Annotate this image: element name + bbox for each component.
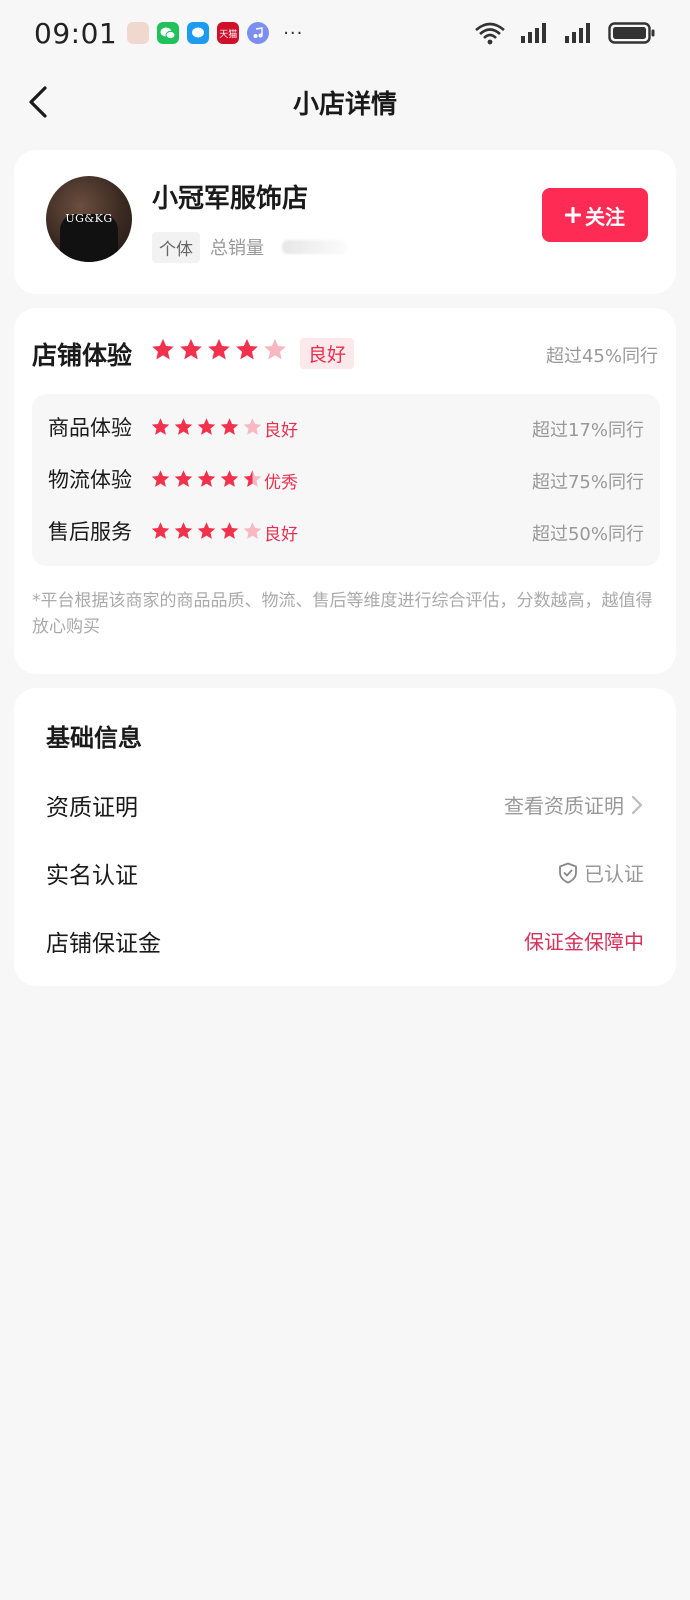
total-sales-label: 总销量 xyxy=(210,238,264,259)
system-icons xyxy=(474,21,656,45)
experience-row-product: 商品体验 良好 超过17%同行 xyxy=(32,400,660,454)
experience-row-grade: 良好 xyxy=(264,525,298,545)
qualification-value: 查看资质证明 xyxy=(504,794,624,818)
shop-experience-card: 店铺体验 良好 超过45%同行 商品体验 良好 超过17%同行 物流体验 优秀 … xyxy=(14,308,676,674)
message-icon xyxy=(187,22,210,44)
star-icon xyxy=(243,418,262,435)
star-icon xyxy=(174,470,193,487)
experience-grade-badge: 良好 xyxy=(300,338,355,369)
experience-row-stars xyxy=(150,520,263,541)
more-notifications-icon: ··· xyxy=(283,22,304,44)
star-icon xyxy=(208,338,230,360)
experience-row-aftersales: 售后服务 良好 超过50%同行 xyxy=(32,504,660,558)
star-icon xyxy=(151,470,170,487)
experience-row-label: 售后服务 xyxy=(48,520,132,544)
basic-info-card: 基础信息 资质证明 查看资质证明 实名认证 已认证 店铺保证金 保证金保障中 xyxy=(14,688,676,986)
shield-check-icon xyxy=(559,862,577,883)
deposit-label: 店铺保证金 xyxy=(46,931,161,957)
star-icon xyxy=(220,470,239,487)
real-name-status: 已认证 xyxy=(558,858,644,887)
status-time: 09:01 xyxy=(34,16,118,50)
experience-row-stars xyxy=(150,468,263,489)
experience-row-grade: 良好 xyxy=(264,421,298,441)
star-icon xyxy=(264,338,286,360)
star-icon xyxy=(197,418,216,435)
star-icon xyxy=(151,418,170,435)
music-icon xyxy=(247,22,270,44)
star-icon xyxy=(174,522,193,539)
experience-row-percent: 超过17%同行 xyxy=(531,420,644,441)
tianmao-icon: 天猫 xyxy=(217,22,240,44)
status-bar: 09:01 天猫 ··· xyxy=(0,0,690,66)
view-qualification-link[interactable]: 查看资质证明 xyxy=(504,790,644,819)
notification-icons: 天猫 ··· xyxy=(127,22,303,44)
experience-row-percent: 超过75%同行 xyxy=(531,472,644,493)
star-icon xyxy=(180,338,202,360)
chevron-right-icon xyxy=(631,795,643,814)
qualification-row[interactable]: 资质证明 查看资质证明 xyxy=(14,774,676,834)
star-icon xyxy=(152,338,174,360)
page-title: 小店详情 xyxy=(292,90,397,120)
experience-row-logistics: 物流体验 优秀 超过75%同行 xyxy=(32,452,660,506)
deposit-status[interactable]: 保证金保障中 xyxy=(524,926,644,955)
experience-note: *平台根据该商家的商品品质、物流、售后等维度进行综合评估，分数越高，越值得放心购… xyxy=(32,591,653,637)
shop-avatar[interactable]: UG&KG xyxy=(46,176,132,262)
star-icon xyxy=(220,418,239,435)
shop-name: 小冠军服饰店 xyxy=(152,184,309,214)
follow-label: 关注 xyxy=(585,204,625,229)
avatar-logo-text: UG&KG xyxy=(65,212,113,225)
battery-icon xyxy=(608,22,655,44)
nav-bar: 小店详情 xyxy=(0,66,690,138)
experience-title: 店铺体验 xyxy=(32,341,133,370)
star-icon xyxy=(197,522,216,539)
qualification-label: 资质证明 xyxy=(46,795,138,821)
experience-stars xyxy=(150,336,288,362)
star-icon xyxy=(151,522,170,539)
experience-percent: 超过45%同行 xyxy=(545,346,658,367)
real-name-label: 实名认证 xyxy=(46,863,138,889)
wechat-icon xyxy=(157,22,180,44)
star-icon xyxy=(243,470,262,487)
plus-icon xyxy=(565,207,581,223)
star-icon xyxy=(236,338,258,360)
basic-info-title: 基础信息 xyxy=(46,724,142,752)
experience-row-grade: 优秀 xyxy=(264,473,298,493)
star-icon xyxy=(197,470,216,487)
shop-card: UG&KG 小冠军服饰店 个体 总销量 关注 xyxy=(14,150,676,294)
shop-type-tag: 个体 xyxy=(152,232,200,263)
experience-row-label: 商品体验 xyxy=(48,416,132,440)
experience-row-percent: 超过50%同行 xyxy=(531,524,644,545)
experience-breakdown: 商品体验 良好 超过17%同行 物流体验 优秀 超过75%同行 售后服务 良好 … xyxy=(32,394,660,566)
star-icon xyxy=(243,522,262,539)
star-icon xyxy=(174,418,193,435)
deposit-row[interactable]: 店铺保证金 保证金保障中 xyxy=(14,910,676,970)
avatar-notification-icon xyxy=(127,22,150,44)
experience-row-label: 物流体验 xyxy=(48,468,132,492)
signal-icon xyxy=(521,23,546,43)
star-icon xyxy=(220,522,239,539)
follow-button[interactable]: 关注 xyxy=(542,188,648,242)
signal-icon-2 xyxy=(565,23,590,43)
real-name-value: 已认证 xyxy=(584,862,644,886)
total-sales-value-blurred xyxy=(282,240,348,254)
wifi-icon xyxy=(475,22,505,45)
experience-row-stars xyxy=(150,416,263,437)
real-name-row: 实名认证 已认证 xyxy=(14,842,676,902)
